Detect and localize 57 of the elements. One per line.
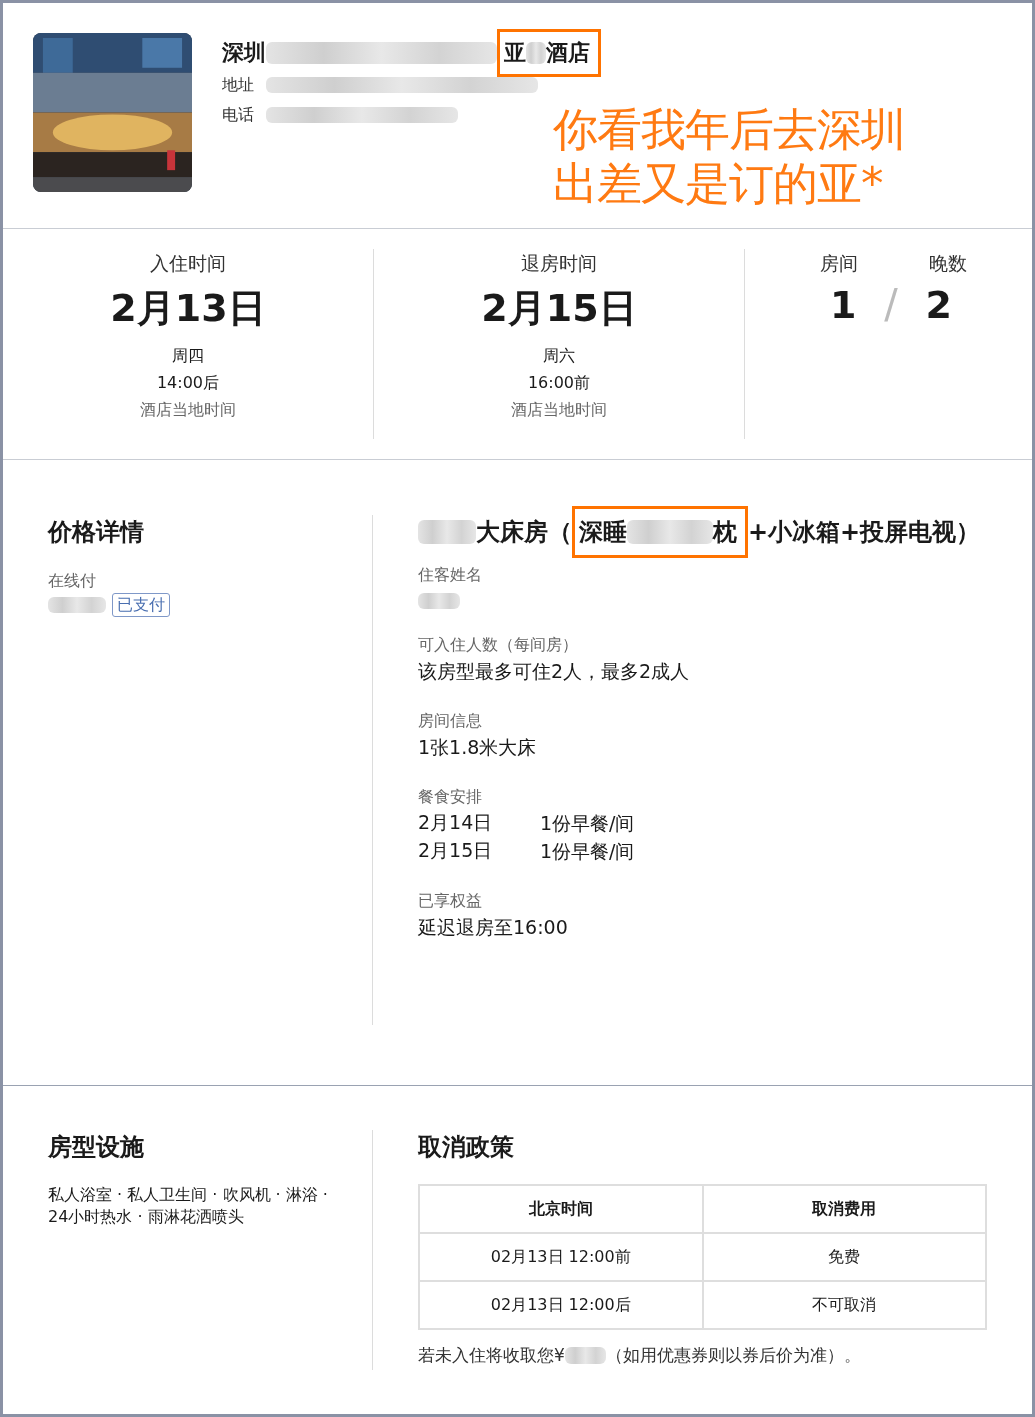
table-cell: 02月13日 12:00前 xyxy=(419,1233,703,1281)
paid-badge: 已支付 xyxy=(111,593,170,617)
field-value: 1张1.8米大床 xyxy=(418,735,537,760)
room-title: 大床房（ xyxy=(475,517,572,548)
field-label: 餐食安排 xyxy=(418,786,482,808)
meal-date: 2月14日 xyxy=(418,810,494,835)
blurred-text xyxy=(48,597,106,613)
field-value: 延迟退房至16:00 xyxy=(418,915,568,940)
hotel-name: 酒店 xyxy=(545,39,590,67)
blurred-text xyxy=(526,42,546,64)
nights-count: 2 xyxy=(925,283,952,327)
date-label: 退房时间 xyxy=(521,251,597,276)
facilities-text: 私人浴室 · 私人卫生间 · 吹风机 · 淋浴 · 24小时热水 · 雨淋花洒喷头 xyxy=(48,1184,328,1228)
field-label: 可入住人数（每间房） xyxy=(418,634,578,656)
room-title: 枕 xyxy=(713,517,737,548)
annotation-text: 你看我年后去深圳 xyxy=(553,103,905,157)
time-text: 16:00前 xyxy=(527,372,591,394)
room-title: 深睡 xyxy=(578,517,627,548)
separator-text: / xyxy=(884,281,898,327)
section-heading: 房型设施 xyxy=(48,1132,145,1163)
annotation-text: 出差又是订的亚* xyxy=(553,157,884,211)
room-title: +小冰箱+投屏电视） xyxy=(748,517,981,548)
table-cell: 免费 xyxy=(702,1233,986,1281)
meal-text: 1份早餐/间 xyxy=(540,811,635,836)
hotel-name: 亚 xyxy=(504,39,526,67)
policy-note: 若未入住将收取您¥ xyxy=(418,1344,565,1367)
policy-note: （如用优惠券则以券后价为准）。 xyxy=(605,1344,861,1367)
section-heading: 价格详情 xyxy=(48,517,145,548)
address-label: 地址 xyxy=(222,74,254,96)
field-value: 该房型最多可住2人，最多2成人 xyxy=(418,659,690,684)
phone-label: 电话 xyxy=(222,104,254,126)
field-label: 住客姓名 xyxy=(418,564,482,586)
field-label: 已享权益 xyxy=(418,890,482,912)
blurred-text xyxy=(418,593,460,609)
rooms-count: 1 xyxy=(830,283,857,327)
nights-label: 晚数 xyxy=(928,251,967,276)
table-cell: 不可取消 xyxy=(702,1281,986,1329)
field-label: 房间信息 xyxy=(418,710,482,732)
date-label: 入住时间 xyxy=(150,251,226,276)
date-value: 2月15日 xyxy=(481,285,637,332)
payment-method: 在线付 xyxy=(48,570,97,592)
hotel-name: 深圳 xyxy=(222,39,266,67)
time-text: 14:00后 xyxy=(156,372,220,394)
rooms-label: 房间 xyxy=(820,251,859,276)
weekday-text: 周六 xyxy=(543,345,575,367)
timezone-note: 酒店当地时间 xyxy=(511,399,607,421)
blurred-text xyxy=(564,1347,606,1364)
column-header: 取消费用 xyxy=(702,1185,986,1233)
timezone-note: 酒店当地时间 xyxy=(140,399,236,421)
meal-date: 2月15日 xyxy=(418,838,494,863)
blurred-text xyxy=(418,520,476,544)
section-heading: 取消政策 xyxy=(418,1132,515,1163)
meal-text: 1份早餐/间 xyxy=(540,839,635,864)
weekday-text: 周四 xyxy=(172,345,204,367)
date-value: 2月13日 xyxy=(110,285,266,332)
table-cell: 02月13日 12:00后 xyxy=(419,1281,703,1329)
column-header: 北京时间 xyxy=(419,1185,703,1233)
